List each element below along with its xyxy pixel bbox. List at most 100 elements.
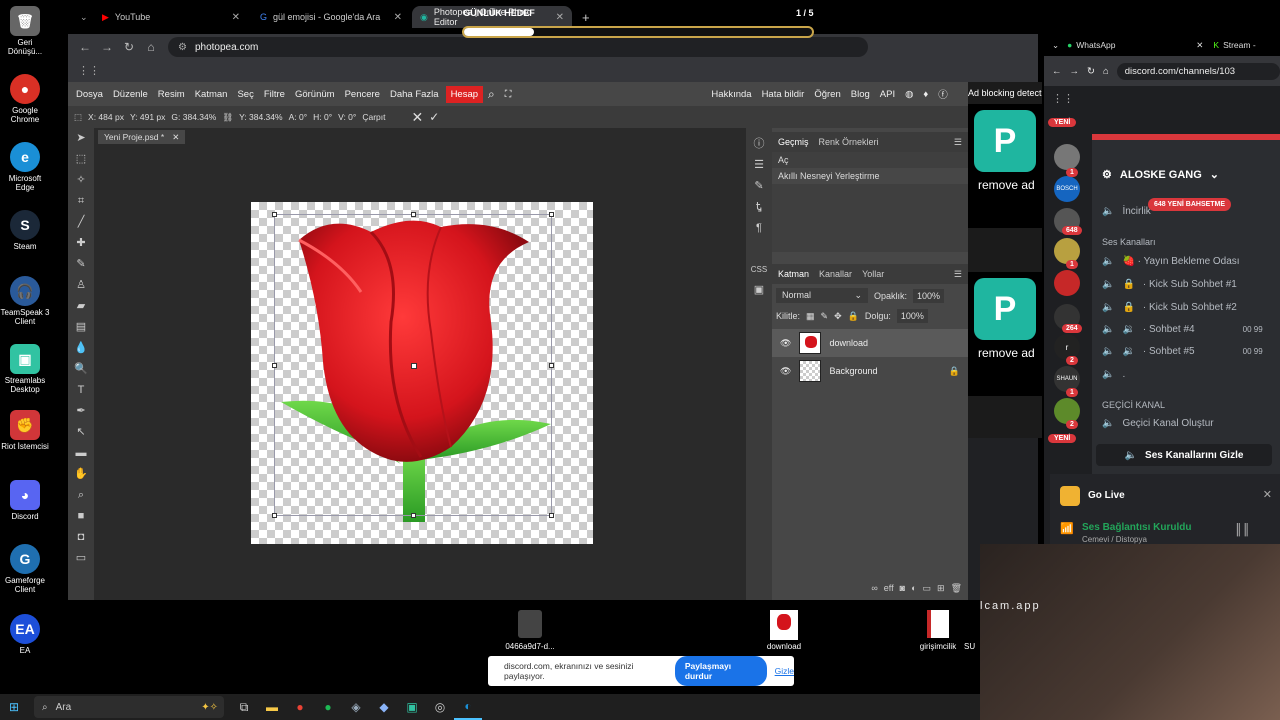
back-icon[interactable]: ← <box>74 40 96 54</box>
panel-menu-icon[interactable]: ☰ <box>954 269 962 280</box>
tab-google[interactable]: G gül emojisi - Google'da Ara ✕ <box>252 6 410 28</box>
go-live-label[interactable]: Go Live <box>1088 490 1125 501</box>
menu-blog[interactable]: Blog <box>846 89 875 100</box>
desktop-icon-recycle-bin[interactable]: 🗑 Geri Dönüşü... <box>0 6 50 56</box>
section-header[interactable]: GEÇİCİ KANAL <box>1102 400 1165 410</box>
close-icon[interactable]: ✕ <box>172 132 179 143</box>
stamp-icon[interactable]: ♙ <box>68 275 94 296</box>
desktop-file[interactable]: girişimcilik <box>908 610 968 651</box>
tab-stream[interactable]: Stream - <box>1223 40 1256 50</box>
apps-icon[interactable]: ⋮⋮ <box>78 64 100 77</box>
delete-layer-icon[interactable]: 🗑 <box>951 583 962 594</box>
voice-channel[interactable]: 🔈 🔉 · Sohbet #4 00 99 <box>1102 324 1263 335</box>
voice-channel[interactable]: 🔈 🔒 · Kick Sub Sohbet #2 <box>1102 302 1237 313</box>
tab-history[interactable]: Geçmiş <box>778 137 809 147</box>
forward-icon[interactable]: → <box>1070 66 1080 77</box>
transform-handle[interactable] <box>411 212 416 217</box>
warp-button[interactable]: Çarpıt <box>362 112 385 122</box>
menu-pencere[interactable]: Pencere <box>340 89 385 100</box>
menu-sec[interactable]: Seç <box>232 89 258 100</box>
desktop-icon-edge[interactable]: e Microsoft Edge <box>0 142 50 192</box>
server-name[interactable]: ⚙ ALOSKE GANG ⌄ <box>1102 168 1219 182</box>
menu-katman[interactable]: Katman <box>190 89 233 100</box>
close-icon[interactable]: ✕ <box>232 12 240 23</box>
adjustments-icon[interactable]: ☰ <box>746 155 772 176</box>
canvas-area[interactable]: Yeni Proje.psd * ✕ <box>94 128 746 600</box>
desktop-file[interactable]: 0466a9d7-d... <box>500 610 560 651</box>
transform-handle[interactable] <box>549 363 554 368</box>
option-y2[interactable]: Y: 384.34% <box>239 112 282 122</box>
desktop-icon-ea[interactable]: EA EA <box>0 614 50 655</box>
tab-swatches[interactable]: Renk Örnekleri <box>819 137 879 147</box>
eye-icon[interactable]: 👁 <box>780 338 791 349</box>
tab-search-icon[interactable]: ⌄ <box>1044 40 1067 51</box>
taskbar-search[interactable]: ⌕ Ara ✦✧ <box>34 696 224 718</box>
effects-icon[interactable]: eff <box>884 583 894 594</box>
section-header[interactable]: Ses Kanalları <box>1102 237 1156 247</box>
gradient-icon[interactable]: ▤ <box>68 317 94 338</box>
transform-handle[interactable] <box>272 363 277 368</box>
folder-icon[interactable]: ▭ <box>923 583 932 594</box>
home-icon[interactable]: ⌂ <box>1103 66 1109 77</box>
shape-icon[interactable]: ▬ <box>68 443 94 464</box>
option-x[interactable]: X: 484 px <box>88 112 124 122</box>
tab-layers[interactable]: Katman <box>778 269 809 279</box>
windows-start-icon[interactable]: ⊞ <box>0 694 28 720</box>
menu-api[interactable]: API <box>875 89 900 100</box>
lock-all-icon[interactable]: 🔒 <box>848 311 859 322</box>
eye-icon[interactable]: 👁 <box>780 366 791 377</box>
file-explorer-icon[interactable]: ▬ <box>258 694 286 720</box>
tab-paths[interactable]: Yollar <box>862 269 884 279</box>
option-y[interactable]: Y: 491 px <box>130 112 165 122</box>
move-tool-icon[interactable]: ⬚ <box>74 112 82 123</box>
tab-whatsapp[interactable]: WhatsApp <box>1076 40 1196 50</box>
app-icon[interactable]: ◈ <box>342 694 370 720</box>
lock-transparency-icon[interactable]: ▦ <box>806 311 815 322</box>
voice-channel[interactable]: 🔈 🔉 · Sohbet #5 00 99 <box>1102 346 1263 357</box>
desktop-icon-riot[interactable]: ✊ Riot İstemcisi <box>0 410 50 451</box>
facebook-icon[interactable]: ⓕ <box>933 87 953 101</box>
transform-handle[interactable] <box>272 513 277 518</box>
account-button[interactable]: Hesap <box>445 85 484 103</box>
link-layers-icon[interactable]: ∞ <box>871 583 877 594</box>
option-a[interactable]: A: 0° <box>289 112 308 122</box>
close-icon[interactable]: ✕ <box>394 12 402 23</box>
fullscreen-icon[interactable]: ⛶ <box>500 89 517 100</box>
screen-mode-icon[interactable]: ▭ <box>68 548 94 569</box>
menu-ogren[interactable]: Öğren <box>809 89 845 100</box>
voice-status[interactable]: Ses Bağlantısı Kuruldu <box>1082 522 1191 533</box>
channel-item[interactable]: 🔈 İncirlik <box>1102 206 1151 217</box>
menu-filtre[interactable]: Filtre <box>259 89 290 100</box>
apps-icon[interactable]: ⋮⋮ <box>1052 92 1074 105</box>
option-h[interactable]: H: 0° <box>313 112 332 122</box>
menu-dosya[interactable]: Dosya <box>68 89 108 100</box>
zoom-icon[interactable]: ⌕ <box>68 485 94 506</box>
brush-icon[interactable]: ✎ <box>68 254 94 275</box>
mask-icon[interactable]: ◙ <box>900 583 905 594</box>
healing-icon[interactable]: ✚ <box>68 233 94 254</box>
menu-hata-bildir[interactable]: Hata bildir <box>757 89 810 100</box>
task-view-icon[interactable]: ⧉ <box>230 694 258 720</box>
ad-box[interactable]: P remove ad <box>968 104 1042 228</box>
tab-search-icon[interactable]: ⌄ <box>72 6 92 28</box>
tab-channels[interactable]: Kanallar <box>819 269 852 279</box>
streamlabs-icon[interactable]: ▣ <box>398 694 426 720</box>
color-swatch-icon[interactable]: ■ <box>68 506 94 527</box>
app-icon[interactable]: ◎ <box>426 694 454 720</box>
close-icon[interactable]: ✕ <box>1196 40 1203 51</box>
menu-resim[interactable]: Resim <box>153 89 190 100</box>
paragraph-icon[interactable]: ¶ <box>746 218 772 239</box>
desktop-icon-steam[interactable]: S Steam <box>0 210 50 251</box>
back-icon[interactable]: ← <box>1052 66 1062 77</box>
desktop-icon-teamspeak[interactable]: 🎧 TeamSpeak 3 Client <box>0 276 50 326</box>
brush-settings-icon[interactable]: ✎ <box>746 176 772 197</box>
chrome-icon[interactable]: ● <box>286 694 314 720</box>
path-select-icon[interactable]: ↖ <box>68 422 94 443</box>
reddit-icon[interactable]: ◍ <box>900 89 918 100</box>
history-item[interactable]: Akıllı Nesneyi Yerleştirme <box>772 168 968 184</box>
info-icon[interactable]: ⓘ <box>746 134 772 155</box>
history-item[interactable]: Aç <box>772 152 968 168</box>
edge-icon[interactable]: ◐ <box>454 694 482 720</box>
ad-box[interactable]: P remove ad <box>968 272 1042 396</box>
option-v[interactable]: V: 0° <box>338 112 356 122</box>
